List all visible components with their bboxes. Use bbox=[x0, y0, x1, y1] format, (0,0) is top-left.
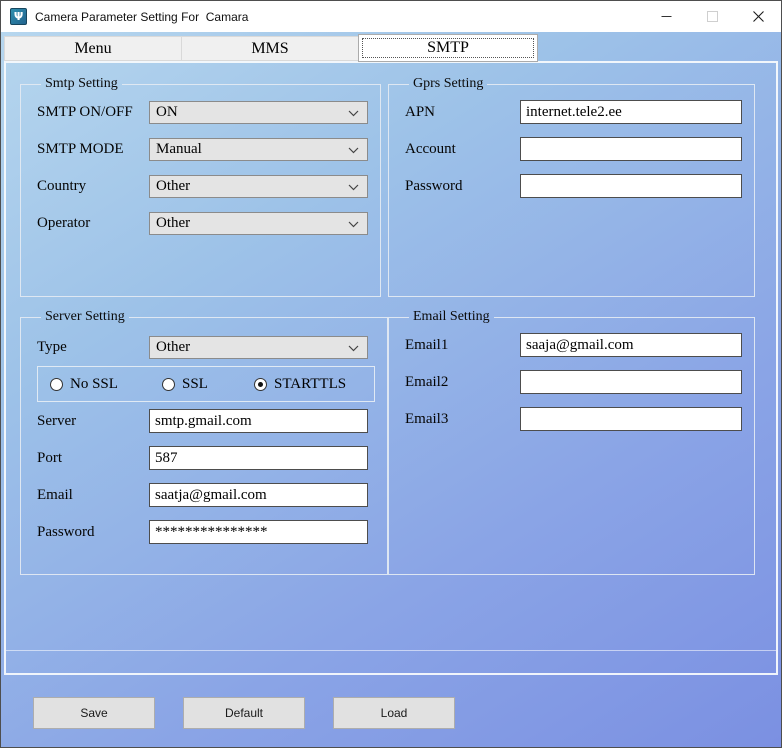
country-label: Country bbox=[37, 178, 149, 195]
smtp-mode-value: Manual bbox=[156, 141, 202, 158]
port-label: Port bbox=[37, 450, 149, 467]
chevron-down-icon bbox=[348, 184, 359, 191]
app-icon: Ψ bbox=[10, 8, 27, 25]
ssl-label: SSL bbox=[182, 376, 208, 393]
window-body: Menu MMS SMTP Smtp Setting SMTP ON/OFF O… bbox=[1, 32, 781, 747]
no-ssl-label: No SSL bbox=[70, 376, 118, 393]
button-row: Save Default Load bbox=[33, 697, 455, 729]
ssl-option-starttls: STARTTLS bbox=[254, 376, 346, 393]
gprs-password-row: Password bbox=[405, 174, 742, 198]
email3-label: Email3 bbox=[405, 411, 520, 428]
operator-select[interactable]: Other bbox=[149, 212, 368, 235]
email3-input[interactable] bbox=[520, 407, 742, 431]
smtp-onoff-label: SMTP ON/OFF bbox=[37, 104, 149, 121]
email-setting-title: Email Setting bbox=[409, 309, 494, 325]
account-input[interactable] bbox=[520, 137, 742, 161]
gprs-password-input[interactable] bbox=[520, 174, 742, 198]
minimize-button[interactable] bbox=[643, 1, 689, 32]
ssl-option-no-ssl: No SSL bbox=[50, 376, 162, 393]
smtp-setting-title: Smtp Setting bbox=[41, 76, 122, 92]
server-setting-title: Server Setting bbox=[41, 309, 129, 325]
email-setting-group: Email Setting Email1 Email2 Email3 bbox=[388, 309, 755, 575]
server-label: Server bbox=[37, 413, 149, 430]
load-button[interactable]: Load bbox=[333, 697, 455, 729]
window-title: Camera Parameter Setting For Camara bbox=[35, 10, 248, 24]
account-row: Account bbox=[405, 137, 742, 161]
ssl-option-panel: No SSL SSL STARTTLS bbox=[37, 366, 375, 402]
operator-value: Other bbox=[156, 215, 190, 232]
type-select[interactable]: Other bbox=[149, 336, 368, 359]
smtp-setting-group: Smtp Setting SMTP ON/OFF ON SMTP MODE Ma… bbox=[20, 76, 381, 297]
tab-mms[interactable]: MMS bbox=[181, 36, 359, 61]
email1-input[interactable] bbox=[520, 333, 742, 357]
smtp-onoff-select[interactable]: ON bbox=[149, 101, 368, 124]
country-value: Other bbox=[156, 178, 190, 195]
email2-label: Email2 bbox=[405, 374, 520, 391]
starttls-radio[interactable] bbox=[254, 378, 267, 391]
email1-row: Email1 bbox=[405, 333, 742, 357]
server-password-input[interactable] bbox=[149, 520, 368, 544]
server-email-input[interactable] bbox=[149, 483, 368, 507]
operator-row: Operator Other bbox=[37, 211, 368, 235]
server-password-row: Password bbox=[37, 520, 375, 544]
pane-divider bbox=[6, 650, 776, 651]
account-label: Account bbox=[405, 141, 520, 158]
email3-row: Email3 bbox=[405, 407, 742, 431]
starttls-label: STARTTLS bbox=[274, 376, 346, 393]
email2-input[interactable] bbox=[520, 370, 742, 394]
window-controls bbox=[643, 1, 781, 32]
server-password-label: Password bbox=[37, 524, 149, 541]
no-ssl-radio[interactable] bbox=[50, 378, 63, 391]
server-input[interactable] bbox=[149, 409, 368, 433]
operator-label: Operator bbox=[37, 215, 149, 232]
ssl-option-ssl: SSL bbox=[162, 376, 254, 393]
apn-row: APN bbox=[405, 100, 742, 124]
server-email-label: Email bbox=[37, 487, 149, 504]
chevron-down-icon bbox=[348, 110, 359, 117]
server-row: Server bbox=[37, 409, 375, 433]
type-row: Type Other bbox=[37, 335, 375, 359]
type-label: Type bbox=[37, 339, 149, 356]
tab-menu[interactable]: Menu bbox=[4, 36, 182, 61]
smtp-mode-label: SMTP MODE bbox=[37, 141, 149, 158]
save-button[interactable]: Save bbox=[33, 697, 155, 729]
smtp-onoff-row: SMTP ON/OFF ON bbox=[37, 100, 368, 124]
tab-strip: Menu MMS SMTP bbox=[4, 33, 537, 61]
close-icon bbox=[753, 11, 764, 22]
chevron-down-icon bbox=[348, 221, 359, 228]
smtp-mode-row: SMTP MODE Manual bbox=[37, 137, 368, 161]
chevron-down-icon bbox=[348, 345, 359, 352]
port-row: Port bbox=[37, 446, 375, 470]
tab-smtp[interactable]: SMTP bbox=[358, 34, 538, 62]
close-button[interactable] bbox=[735, 1, 781, 32]
email1-label: Email1 bbox=[405, 337, 520, 354]
app-window: Ψ Camera Parameter Setting For Camara Me… bbox=[0, 0, 782, 748]
server-setting-group: Server Setting Type Other No SSL SSL bbox=[20, 309, 388, 575]
ssl-radio[interactable] bbox=[162, 378, 175, 391]
maximize-icon bbox=[707, 11, 718, 22]
titlebar: Ψ Camera Parameter Setting For Camara bbox=[1, 1, 781, 32]
gprs-setting-group: Gprs Setting APN Account Password bbox=[388, 76, 755, 297]
country-select[interactable]: Other bbox=[149, 175, 368, 198]
port-input[interactable] bbox=[149, 446, 368, 470]
smtp-onoff-value: ON bbox=[156, 104, 178, 121]
type-value: Other bbox=[156, 339, 190, 356]
apn-label: APN bbox=[405, 104, 520, 121]
chevron-down-icon bbox=[348, 147, 359, 154]
maximize-button bbox=[689, 1, 735, 32]
smtp-mode-select[interactable]: Manual bbox=[149, 138, 368, 161]
gprs-password-label: Password bbox=[405, 178, 520, 195]
country-row: Country Other bbox=[37, 174, 368, 198]
email2-row: Email2 bbox=[405, 370, 742, 394]
apn-input[interactable] bbox=[520, 100, 742, 124]
minimize-icon bbox=[661, 11, 672, 22]
gprs-setting-title: Gprs Setting bbox=[409, 76, 487, 92]
server-email-row: Email bbox=[37, 483, 375, 507]
default-button[interactable]: Default bbox=[183, 697, 305, 729]
